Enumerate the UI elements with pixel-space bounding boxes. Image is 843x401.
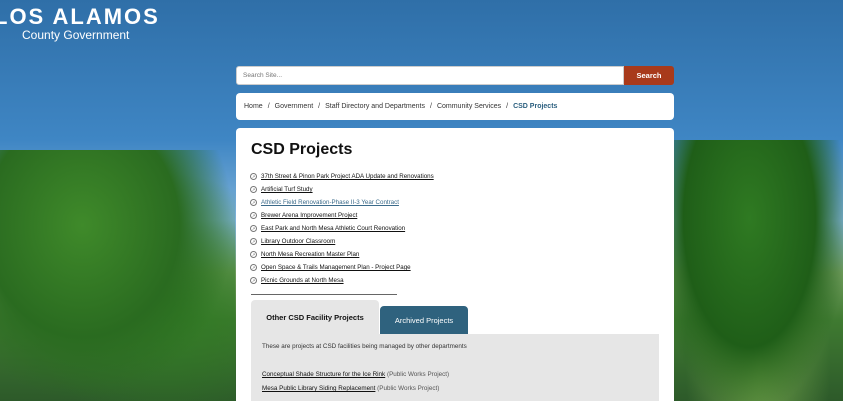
- project-link[interactable]: Artificial Turf Study: [261, 186, 313, 193]
- logo-title: LOS ALAMOS: [0, 4, 160, 29]
- tab-archived-projects[interactable]: Archived Projects: [380, 306, 468, 334]
- project-link[interactable]: Brewer Arena Improvement Project: [261, 212, 357, 219]
- breadcrumb-separator: /: [318, 103, 321, 110]
- breadcrumb-separator: /: [267, 103, 270, 110]
- list-item: ↗ Brewer Arena Improvement Project: [250, 209, 434, 222]
- search-input[interactable]: [236, 66, 624, 85]
- project-link[interactable]: Picnic Grounds at North Mesa: [261, 277, 344, 284]
- list-item: ↗ Athletic Field Renovation-Phase II-3 Ye…: [250, 196, 434, 209]
- content-card: CSD Projects ↗ 37th Street & Pinon Park P…: [236, 128, 674, 401]
- project-link[interactable]: East Park and North Mesa Athletic Court …: [261, 225, 405, 232]
- page-title: CSD Projects: [251, 141, 353, 158]
- breadcrumb-government[interactable]: Government: [275, 103, 314, 110]
- project-link[interactable]: Open Space & Trails Management Plan - Pr…: [261, 264, 411, 271]
- search-bar: Search: [236, 66, 674, 85]
- link-icon: ↗: [250, 277, 257, 284]
- tab-panel: These are projects at CSD facilities bei…: [251, 334, 659, 401]
- project-link[interactable]: 37th Street & Pinon Park Project ADA Upd…: [261, 173, 434, 180]
- tab-other-csd-facility-projects[interactable]: Other CSD Facility Projects: [251, 300, 379, 334]
- project-link[interactable]: Library Outdoor Classroom: [261, 238, 335, 245]
- panel-project-link[interactable]: Conceptual Shade Structure for the Ice R…: [262, 371, 385, 378]
- list-item: ↗ Picnic Grounds at North Mesa: [250, 274, 434, 287]
- link-icon: ↗: [250, 199, 257, 206]
- breadcrumb: Home / Government / Staff Directory and …: [236, 93, 674, 120]
- background-trees-left: [0, 150, 235, 401]
- link-icon: ↗: [250, 238, 257, 245]
- link-icon: ↗: [250, 225, 257, 232]
- list-item: ↗ Library Outdoor Classroom: [250, 235, 434, 248]
- panel-description: These are projects at CSD facilities bei…: [262, 343, 467, 350]
- divider: [251, 294, 397, 295]
- link-icon: ↗: [250, 264, 257, 271]
- breadcrumb-home[interactable]: Home: [244, 103, 263, 110]
- link-icon: ↗: [250, 186, 257, 193]
- list-item: ↗ Artificial Turf Study: [250, 183, 434, 196]
- panel-project-link[interactable]: Mesa Public Library Siding Replacement: [262, 385, 375, 392]
- breadcrumb-current: CSD Projects: [513, 103, 558, 110]
- link-icon: ↗: [250, 173, 257, 180]
- search-button[interactable]: Search: [624, 66, 674, 85]
- list-item: Mesa Public Library Siding Replacement (…: [262, 385, 439, 392]
- link-icon: ↗: [250, 251, 257, 258]
- breadcrumb-separator: /: [429, 103, 432, 110]
- list-item: ↗ East Park and North Mesa Athletic Court…: [250, 222, 434, 235]
- project-link[interactable]: Athletic Field Renovation-Phase II-3 Yea…: [261, 199, 399, 206]
- site-logo[interactable]: LOS ALAMOS County Government: [0, 4, 160, 42]
- project-link[interactable]: North Mesa Recreation Master Plan: [261, 251, 359, 258]
- link-icon: ↗: [250, 212, 257, 219]
- project-note: (Public Works Project): [377, 385, 440, 392]
- list-item: ↗ 37th Street & Pinon Park Project ADA Up…: [250, 170, 434, 183]
- breadcrumb-separator: /: [506, 103, 509, 110]
- breadcrumb-community-services[interactable]: Community Services: [437, 103, 501, 110]
- list-item: ↗ North Mesa Recreation Master Plan: [250, 248, 434, 261]
- list-item: Conceptual Shade Structure for the Ice R…: [262, 371, 449, 378]
- list-item: ↗ Open Space & Trails Management Plan - P…: [250, 261, 434, 274]
- background-trees-right: [673, 140, 843, 401]
- project-note: (Public Works Project): [386, 371, 450, 378]
- logo-subtitle: County Government: [22, 28, 130, 42]
- breadcrumb-staff-directory[interactable]: Staff Directory and Departments: [325, 103, 425, 110]
- project-list: ↗ 37th Street & Pinon Park Project ADA Up…: [250, 170, 434, 287]
